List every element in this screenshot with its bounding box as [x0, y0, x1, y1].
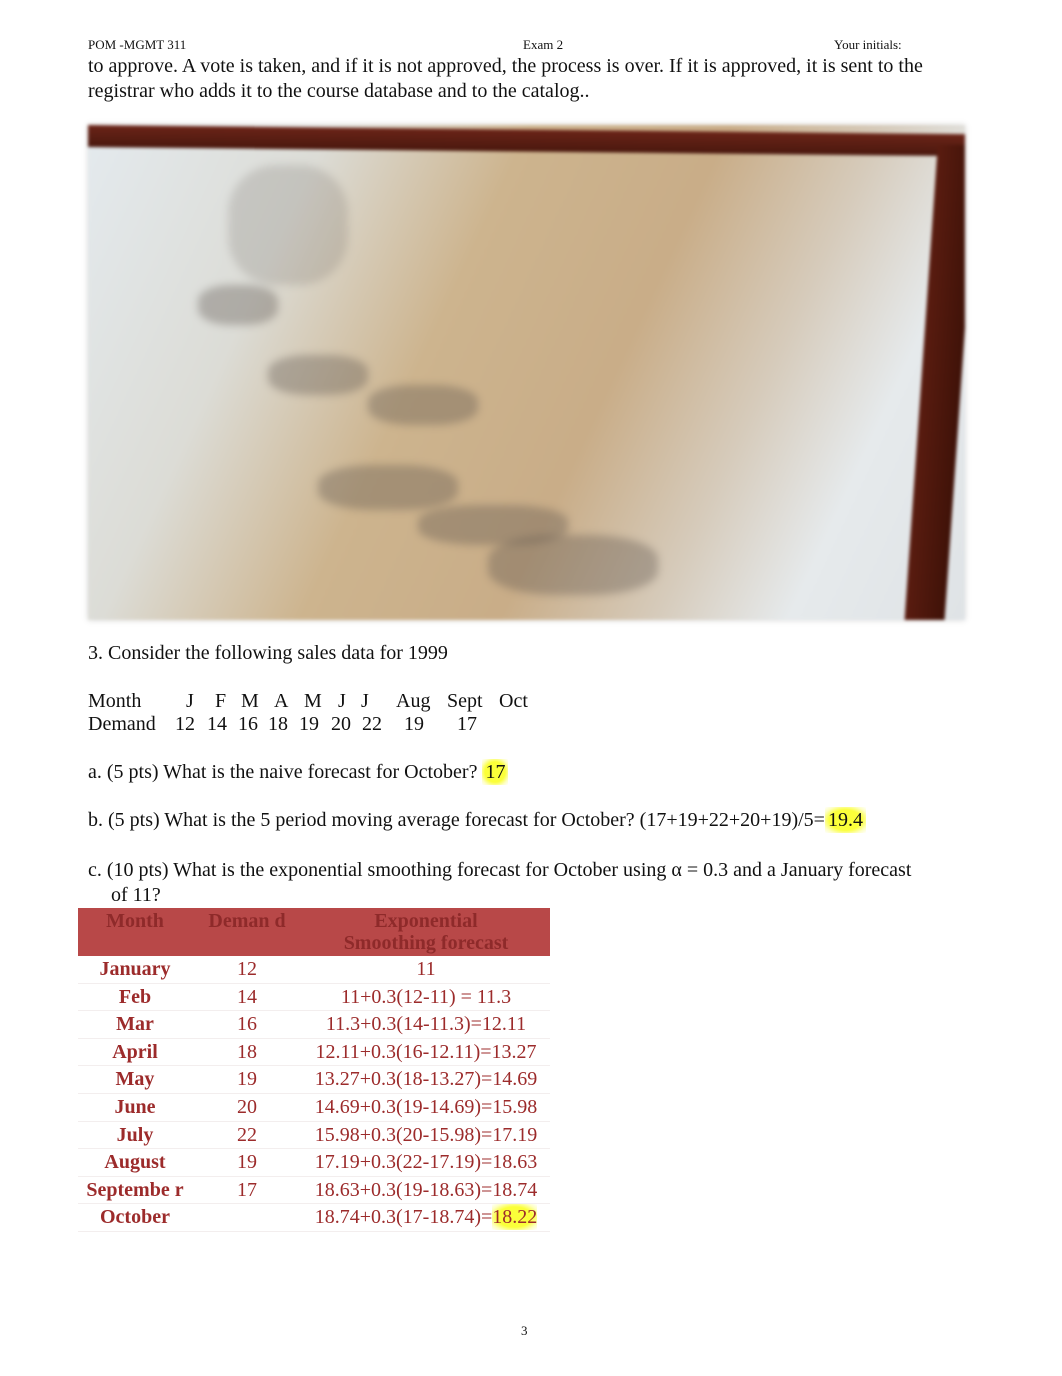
part-a: a. (5 pts) What is the naive forecast fo…: [88, 759, 509, 785]
month-cell: Mar: [78, 1010, 192, 1039]
demand-cell: 19: [404, 713, 424, 735]
month-cell: Feb: [78, 983, 192, 1012]
alpha-symbol: α: [671, 859, 682, 881]
month-cell: M: [241, 690, 259, 712]
demand-cell: 12: [175, 713, 195, 735]
smoothing-table: Month Deman d Exponential Smoothing fore…: [78, 908, 550, 1232]
month-cell: June: [78, 1093, 192, 1122]
page-number: 3: [521, 1323, 528, 1338]
intro-line-2: registrar who adds it to the course data…: [88, 80, 590, 102]
header-initials: Your initials:: [834, 37, 902, 52]
header-forecast: Exponential Smoothing forecast: [302, 908, 550, 956]
demand-cell: 19: [299, 713, 319, 735]
month-cell: A: [274, 690, 289, 712]
forecast-cell: 18.63+0.3(19-18.63)=18.74: [302, 1176, 550, 1205]
demand-cell: 17: [457, 713, 477, 735]
question-3: 3. Consider the following sales data for…: [88, 642, 448, 664]
part-a-answer: 17: [482, 759, 509, 785]
table-row: Feb 14 11+0.3(12-11) = 11.3: [78, 983, 550, 1012]
forecast-formula: 18.74+0.3(17-18.74)=: [314, 1206, 493, 1229]
demand-cell: 14: [207, 713, 227, 735]
month-cell: April: [78, 1038, 192, 1067]
forecast-cell: 11+0.3(12-11) = 11.3: [302, 983, 550, 1012]
part-a-text: a. (5 pts) What is the naive forecast fo…: [88, 761, 478, 783]
demand-cell: 22: [362, 713, 382, 735]
month-cell: Septembe r: [78, 1176, 192, 1205]
forecast-cell: 14.69+0.3(19-14.69)=15.98: [302, 1093, 550, 1122]
table-row: January 12 11: [78, 956, 550, 984]
forecast-cell: 11.3+0.3(14-11.3)=12.11: [302, 1010, 550, 1039]
demand-cell: 17: [192, 1176, 302, 1205]
demand-cell: [192, 1203, 302, 1232]
demand-cell: 20: [192, 1093, 302, 1122]
forecast-cell: 17.19+0.3(22-17.19)=18.63: [302, 1148, 550, 1177]
part-c-text: c. (10 pts) What is the exponential smoo…: [88, 859, 672, 881]
forecast-answer: 18.22: [492, 1204, 538, 1231]
month-cell: May: [78, 1065, 192, 1094]
month-cell: August: [78, 1148, 192, 1177]
header-demand: Deman d: [192, 908, 302, 956]
demand-cell: 18: [192, 1038, 302, 1067]
part-c-text-2: = 0.3 and a January forecast: [681, 859, 912, 881]
demand-cell: 20: [331, 713, 351, 735]
table-row: June 20 14.69+0.3(19-14.69)=15.98: [78, 1093, 550, 1122]
part-b: b. (5 pts) What is the 5 period moving a…: [88, 807, 866, 833]
header-course: POM -MGMT 311: [88, 37, 187, 52]
part-b-text: b. (5 pts) What is the 5 period moving a…: [88, 809, 825, 831]
demand-cell: 22: [192, 1121, 302, 1150]
month-cell: Aug: [396, 690, 431, 712]
header-month: Month: [78, 908, 192, 956]
month-cell: July: [78, 1121, 192, 1150]
month-cell: F: [215, 690, 227, 712]
forecast-cell: 13.27+0.3(18-13.27)=14.69: [302, 1065, 550, 1094]
header-exam: Exam 2: [523, 37, 564, 52]
forecast-cell: 18.74+0.3(17-18.74)=18.22: [302, 1203, 550, 1232]
month-cell: Oct: [499, 690, 528, 712]
part-c-line2: of 11?: [111, 884, 161, 906]
forecast-cell: 11: [302, 956, 550, 984]
table-row: July 22 15.98+0.3(20-15.98)=17.19: [78, 1121, 550, 1150]
month-cell: J: [186, 690, 194, 712]
table-row: Mar 16 11.3+0.3(14-11.3)=12.11: [78, 1010, 550, 1039]
demand-cell: 12: [192, 956, 302, 984]
blurred-photo: [88, 125, 965, 620]
month-cell: J: [338, 690, 346, 712]
month-cell: January: [78, 956, 192, 984]
table-header-row: Month Deman d Exponential Smoothing fore…: [78, 908, 550, 956]
part-c: c. (10 pts) What is the exponential smoo…: [88, 859, 911, 882]
intro-line-1: to approve. A vote is taken, and if it i…: [88, 55, 923, 77]
forecast-cell: 12.11+0.3(16-12.11)=13.27: [302, 1038, 550, 1067]
table-row: October 18.74+0.3(17-18.74)=18.22: [78, 1203, 550, 1232]
demand-cell: 16: [238, 713, 258, 735]
demand-cell: 16: [192, 1010, 302, 1039]
table-row: May 19 13.27+0.3(18-13.27)=14.69: [78, 1065, 550, 1094]
month-cell: M: [304, 690, 322, 712]
demand-cell: 18: [268, 713, 288, 735]
month-cell: J: [361, 690, 369, 712]
demand-cell: 19: [192, 1065, 302, 1094]
demand-cell: 14: [192, 983, 302, 1012]
part-b-answer: 19.4: [824, 807, 866, 833]
month-cell: Sept: [447, 690, 483, 712]
month-cell: October: [78, 1203, 192, 1232]
demand-label: Demand: [88, 713, 156, 735]
forecast-cell: 15.98+0.3(20-15.98)=17.19: [302, 1121, 550, 1150]
table-row: August 19 17.19+0.3(22-17.19)=18.63: [78, 1148, 550, 1177]
table-row: Septembe r 17 18.63+0.3(19-18.63)=18.74: [78, 1176, 550, 1205]
month-label: Month: [88, 690, 142, 712]
demand-cell: 19: [192, 1148, 302, 1177]
table-row: April 18 12.11+0.3(16-12.11)=13.27: [78, 1038, 550, 1067]
